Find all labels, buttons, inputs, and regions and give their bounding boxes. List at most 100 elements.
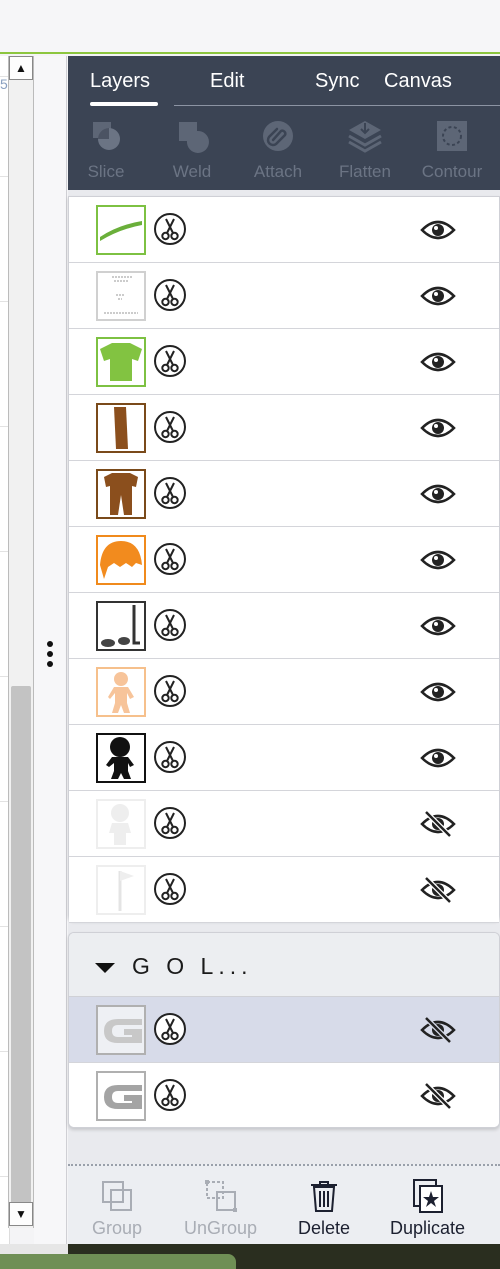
layers-list [68, 196, 500, 923]
shirt-thumbnail-icon [100, 343, 142, 381]
group-layer-row[interactable] [69, 1063, 499, 1127]
group-header[interactable]: G O L... [69, 933, 499, 997]
eye-hidden-icon[interactable] [420, 1016, 456, 1044]
group-button[interactable]: Group [92, 1178, 142, 1239]
scissors-icon[interactable] [153, 542, 187, 576]
scroll-up-arrow-icon[interactable]: ▲ [9, 56, 33, 80]
drag-handle-icon[interactable] [45, 641, 55, 667]
layer-row[interactable] [69, 593, 499, 659]
tab-canvas[interactable]: Canvas [384, 70, 452, 93]
scissors-icon[interactable] [153, 740, 187, 774]
scissors-icon[interactable] [153, 212, 187, 246]
body-thumbnail-icon [108, 672, 134, 713]
eye-visible-icon[interactable] [420, 282, 456, 310]
grass-thumbnail-icon [100, 221, 142, 241]
eye-visible-icon[interactable] [420, 744, 456, 772]
scissors-icon[interactable] [153, 806, 187, 840]
panel-header: Layers Edit Sync Canvas Slice Weld Attac… [68, 56, 500, 190]
panel-resize-handle[interactable] [34, 56, 67, 1244]
duplicate-label: Duplicate [390, 1218, 466, 1238]
layer-row[interactable] [69, 461, 499, 527]
scroll-down-arrow-icon[interactable]: ▼ [9, 1202, 33, 1226]
scissors-icon[interactable] [153, 1078, 187, 1112]
group-icon [102, 1181, 133, 1211]
layer-thumbnail [96, 799, 146, 849]
scissors-icon[interactable] [153, 476, 187, 510]
group-layer-row[interactable] [69, 997, 499, 1063]
layer-thumbnail [96, 469, 146, 519]
ungroup-icon [204, 1180, 237, 1212]
flatten-icon [347, 118, 383, 154]
eye-visible-icon[interactable] [420, 612, 456, 640]
white-flag-thumbnail-icon [118, 871, 134, 911]
flatten-button[interactable]: Flatten [325, 118, 405, 182]
eye-visible-icon[interactable] [420, 414, 456, 442]
layer-thumbnail [96, 865, 146, 915]
ruler-mark: 5 [0, 76, 8, 92]
scissors-icon[interactable] [153, 608, 187, 642]
scissors-icon[interactable] [153, 278, 187, 312]
layer-row[interactable] [69, 197, 499, 263]
eye-hidden-icon[interactable] [420, 876, 456, 904]
silhouette-thumbnail-icon [106, 737, 134, 779]
top-bar [0, 0, 500, 54]
eye-visible-icon[interactable] [420, 480, 456, 508]
golf-club-thumbnail-icon [101, 605, 140, 647]
duplicate-button[interactable]: Duplicate [390, 1178, 465, 1239]
layer-row[interactable] [69, 659, 499, 725]
layer-row[interactable] [69, 329, 499, 395]
eye-hidden-icon[interactable] [420, 1082, 456, 1110]
tab-edit[interactable]: Edit [210, 70, 244, 93]
tab-sync[interactable]: Sync [315, 70, 359, 93]
layer-row[interactable] [69, 395, 499, 461]
contour-icon [434, 118, 470, 154]
brown-bar-thumbnail-icon [114, 407, 128, 449]
slice-icon [88, 118, 124, 154]
slice-button[interactable]: Slice [66, 118, 146, 182]
weld-button[interactable]: Weld [152, 118, 232, 182]
attach-button[interactable]: Attach [238, 118, 318, 182]
layer-row[interactable] [69, 791, 499, 857]
delete-button[interactable]: Delete [298, 1178, 350, 1239]
layers-panel: Layers Edit Sync Canvas Slice Weld Attac… [68, 56, 500, 1244]
weld-label: Weld [172, 162, 212, 181]
bottom-green-strip [0, 1254, 236, 1269]
ungroup-button[interactable]: UnGroup [184, 1178, 257, 1239]
tab-divider [174, 105, 500, 106]
layer-thumbnail [96, 205, 146, 255]
text-sketch-thumbnail-icon [104, 276, 138, 314]
letter-g-thumbnail-icon [104, 1019, 142, 1043]
scrollbar-thumb[interactable] [11, 686, 31, 1206]
vertical-scrollbar[interactable]: ▲ ▼ [8, 56, 34, 1228]
eye-hidden-icon[interactable] [420, 810, 456, 838]
caret-down-icon[interactable] [95, 963, 115, 973]
scissors-icon[interactable] [153, 872, 187, 906]
active-tab-indicator [90, 102, 158, 106]
tab-layers[interactable]: Layers [90, 70, 150, 93]
layer-row[interactable] [69, 263, 499, 329]
layer-thumbnail [96, 337, 146, 387]
group-title: G O L... [132, 953, 253, 979]
layer-row[interactable] [69, 725, 499, 791]
scissors-icon[interactable] [153, 410, 187, 444]
scissors-icon[interactable] [153, 1012, 187, 1046]
slice-label: Slice [87, 162, 125, 181]
weld-icon [174, 118, 210, 154]
flatten-label: Flatten [339, 162, 391, 181]
scissors-icon[interactable] [153, 344, 187, 378]
eye-visible-icon[interactable] [420, 678, 456, 706]
layer-row[interactable] [69, 527, 499, 593]
eye-visible-icon[interactable] [420, 216, 456, 244]
contour-button[interactable]: Contour [412, 118, 492, 182]
layer-thumbnail [96, 535, 146, 585]
paperclip-icon [260, 118, 296, 154]
trash-icon [311, 1181, 338, 1212]
eye-visible-icon[interactable] [420, 546, 456, 574]
bottom-gray-strip [0, 1244, 68, 1254]
layer-row[interactable] [69, 857, 499, 923]
scissors-icon[interactable] [153, 674, 187, 708]
duplicate-icon [412, 1179, 443, 1213]
eye-visible-icon[interactable] [420, 348, 456, 376]
contour-label: Contour [421, 162, 483, 181]
layer-thumbnail [96, 1005, 146, 1055]
